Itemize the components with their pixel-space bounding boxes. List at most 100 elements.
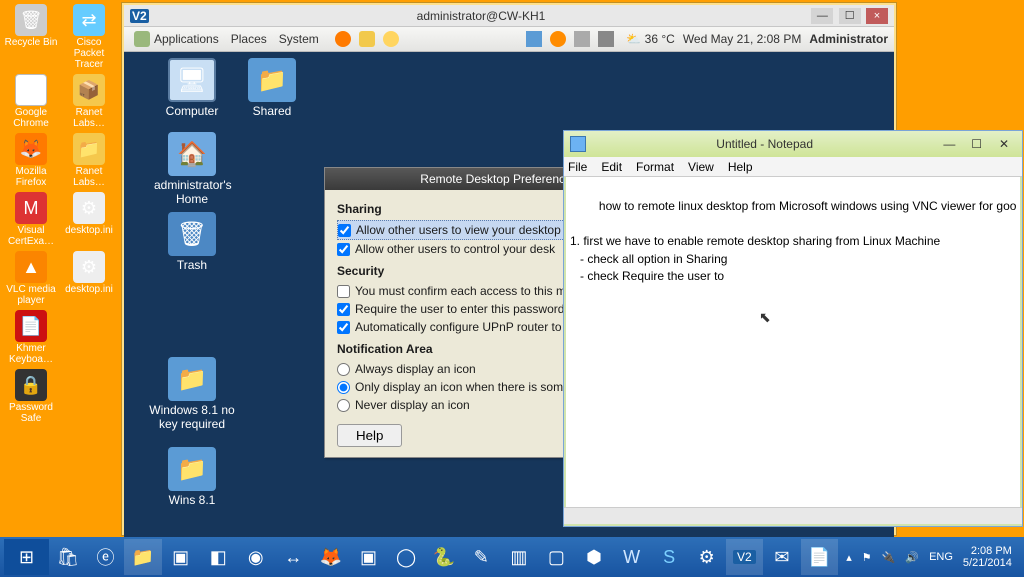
vnc-titlebar[interactable]: V2 administrator@CW-KH1 — ☐ × [124, 5, 894, 27]
taskbar-gns3[interactable]: ⬢ [575, 539, 613, 575]
desktop-icon-visual-certexam[interactable]: MVisual CertExa… [4, 192, 58, 247]
g-icon-win81-nokey[interactable]: 📁Windows 8.1 no key required [144, 357, 240, 431]
taskbar-terminal2[interactable]: ▣ [350, 539, 388, 575]
taskbar-word[interactable]: W [613, 539, 651, 575]
menu-help[interactable]: Help [728, 160, 753, 174]
gnome-user-menu[interactable]: Administrator [809, 32, 888, 46]
tray-clock[interactable]: 2:08 PM 5/21/2014 [963, 545, 1012, 569]
notepad-textarea[interactable]: how to remote linux desktop from Microso… [564, 177, 1022, 507]
folder-icon: 📁 [73, 133, 105, 165]
help-launcher-icon[interactable] [383, 31, 399, 47]
desktop-icon-ini-1[interactable]: ⚙desktop.ini [62, 192, 116, 247]
menu-places[interactable]: Places [231, 32, 267, 46]
gnome-top-panel[interactable]: Applications Places System ⛅ 36 °C Wed M… [124, 27, 894, 52]
taskbar-explorer[interactable]: 📁 [124, 539, 162, 575]
desktop-icon-packet-tracer[interactable]: ⇄Cisco Packet Tracer [62, 4, 116, 70]
start-button[interactable]: ⊞ [4, 539, 49, 575]
g-icon-home[interactable]: 🏠administrator's Home [154, 132, 230, 206]
g-icon-computer[interactable]: 🖥Computer [154, 58, 230, 118]
taskbar-notepad2[interactable]: ✎ [462, 539, 500, 575]
taskbar-chrome[interactable]: ◉ [237, 539, 275, 575]
cursor-icon: ⬉ [759, 307, 771, 327]
help-button[interactable]: Help [337, 424, 402, 447]
taskbar-vm[interactable]: ▥ [500, 539, 538, 575]
taskbar-notepad[interactable]: 📄 [801, 539, 839, 575]
desktop-icon-ini-2[interactable]: ⚙desktop.ini [62, 251, 116, 306]
desktop-icon-password-safe[interactable]: 🔒Password Safe [4, 369, 58, 424]
tray-volume-icon[interactable]: 🔊 [905, 551, 919, 564]
taskbar-python[interactable]: 🐍 [425, 539, 463, 575]
menu-format[interactable]: Format [636, 160, 674, 174]
label: Shared [253, 104, 292, 118]
weather-text[interactable]: ⛅ 36 °C [626, 32, 674, 46]
windows-taskbar[interactable]: ⊞ 🛍 ⓔ 📁 ▣ ◧ ◉ ↔ 🦊 ▣ ◯ 🐍 ✎ ▥ ▢ ⬢ W S ⚙ V2… [0, 537, 1024, 577]
label: Windows 8.1 no key required [149, 403, 234, 431]
desktop-icon-recycle-bin[interactable]: 🗑Recycle Bin [4, 4, 58, 70]
label: Mozilla Firefox [15, 166, 46, 188]
desktop-icon-firefox[interactable]: 🦊Mozilla Firefox [4, 133, 58, 188]
system-tray[interactable]: ▴ ⚑ 🔌 🔊 ENG 2:08 PM 5/21/2014 [838, 545, 1020, 569]
taskbar-firefox[interactable]: 🦊 [312, 539, 350, 575]
menu-file[interactable]: File [568, 160, 587, 174]
maximize-button[interactable]: ☐ [839, 8, 861, 24]
maximize-button[interactable]: ☐ [965, 137, 989, 151]
radio-never[interactable] [337, 399, 350, 412]
taskbar-teamviewer[interactable]: ↔ [275, 539, 313, 575]
g-icon-wins81[interactable]: 📁Wins 8.1 [154, 447, 230, 507]
display-icon[interactable] [526, 31, 542, 47]
radio-some[interactable] [337, 381, 350, 394]
label: desktop.ini [65, 284, 113, 295]
checkbox-confirm[interactable] [337, 285, 350, 298]
g-icon-shared[interactable]: 📁Shared [234, 58, 310, 118]
notepad-titlebar[interactable]: Untitled - Notepad — ☐ ✕ [564, 131, 1022, 157]
update-icon[interactable] [550, 31, 566, 47]
notepad-menubar[interactable]: File Edit Format View Help [564, 157, 1022, 177]
g-icon-trash[interactable]: 🗑Trash [154, 212, 230, 272]
mail-launcher-icon[interactable] [359, 31, 375, 47]
desktop-icon-ranet-2[interactable]: 📁Ranet Labs… [62, 133, 116, 188]
minimize-button[interactable]: — [937, 137, 961, 151]
close-button[interactable]: ✕ [992, 137, 1016, 151]
close-button[interactable]: × [866, 8, 888, 24]
taskbar-camtasia[interactable]: ◯ [387, 539, 425, 575]
vnc-title-text: administrator@CW-KH1 [153, 9, 810, 23]
notepad-window[interactable]: Untitled - Notepad — ☐ ✕ File Edit Forma… [563, 130, 1023, 527]
desktop-icon-chrome[interactable]: ◉Google Chrome [4, 74, 58, 129]
vnc-logo-icon: V2 [130, 9, 149, 23]
desktop-icon-ranet-1[interactable]: 📦Ranet Labs… [62, 74, 116, 129]
taskbar-mail[interactable]: ✉ [763, 539, 801, 575]
taskbar-sublime[interactable]: ◧ [199, 539, 237, 575]
menu-view[interactable]: View [688, 160, 714, 174]
minimize-button[interactable]: — [811, 8, 833, 24]
checkbox-upnp[interactable] [337, 321, 350, 334]
menu-edit[interactable]: Edit [601, 160, 622, 174]
radio-always[interactable] [337, 363, 350, 376]
checkbox-password[interactable] [337, 303, 350, 316]
label: VLC media player [6, 284, 55, 306]
taskbar-cmd[interactable]: ▣ [162, 539, 200, 575]
checkbox-allow-view[interactable] [338, 224, 351, 237]
checkbox-allow-control[interactable] [337, 243, 350, 256]
taskbar-screen[interactable]: ▢ [538, 539, 576, 575]
desktop-icon-khmer-keyboard[interactable]: 📄Khmer Keyboa… [4, 310, 58, 365]
menu-system[interactable]: System [279, 32, 319, 46]
label: Khmer Keyboa… [9, 343, 53, 365]
firefox-launcher-icon[interactable] [335, 31, 351, 47]
taskbar-store[interactable]: 🛍 [49, 539, 87, 575]
taskbar-ie[interactable]: ⓔ [87, 539, 125, 575]
tray-power-icon[interactable]: 🔌 [882, 551, 896, 564]
tray-chevron-up-icon[interactable]: ▴ [846, 551, 852, 564]
taskbar-settings[interactable]: ⚙ [688, 539, 726, 575]
file-icon: ⚙ [73, 192, 105, 224]
horizontal-scrollbar[interactable] [564, 507, 1022, 524]
spacer [62, 310, 116, 365]
taskbar-vnc[interactable]: V2 [726, 539, 764, 575]
network-icon[interactable] [598, 31, 614, 47]
menu-applications[interactable]: Applications [154, 32, 219, 46]
gnome-clock[interactable]: Wed May 21, 2:08 PM [683, 32, 802, 46]
taskbar-skype[interactable]: S [650, 539, 688, 575]
volume-icon[interactable] [574, 31, 590, 47]
desktop-icon-vlc[interactable]: ▲VLC media player [4, 251, 58, 306]
tray-language[interactable]: ENG [929, 551, 953, 563]
tray-flag-icon[interactable]: ⚑ [862, 551, 872, 564]
